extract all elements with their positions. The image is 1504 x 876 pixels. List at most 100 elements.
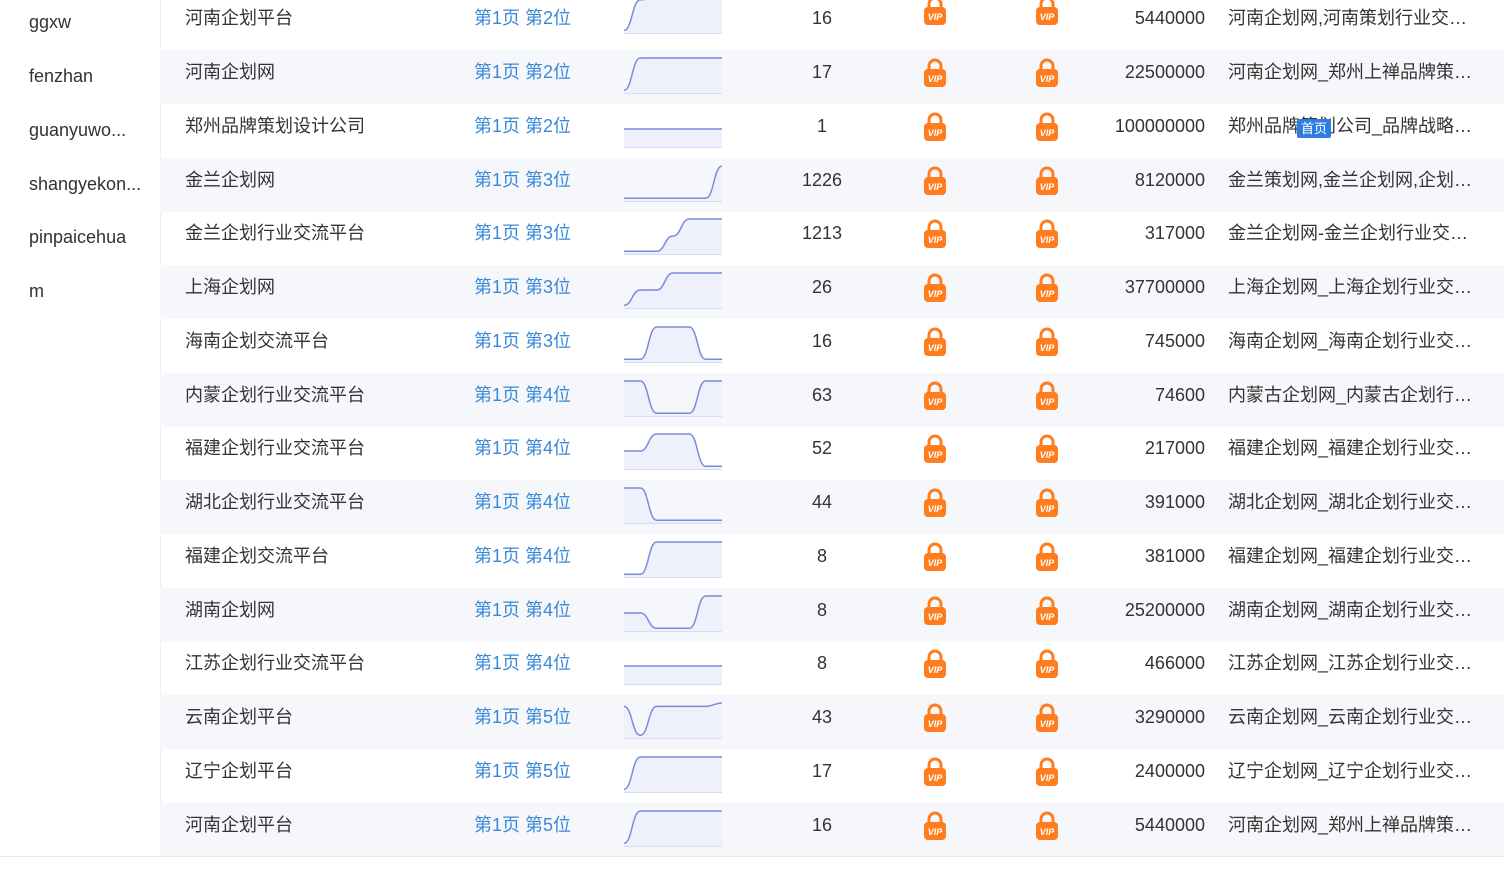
trend-cell bbox=[624, 594, 722, 632]
trend-sparkline bbox=[624, 0, 722, 34]
rank-link[interactable]: 第1页 第3位 bbox=[474, 319, 614, 373]
page-title-text[interactable]: 海南企划网_海南企划行业交流... bbox=[1228, 319, 1480, 373]
index-value: 100000000 bbox=[1114, 116, 1205, 136]
vip-lock-cell[interactable]: VIP bbox=[923, 542, 947, 572]
vip-lock-cell[interactable]: VIP bbox=[1035, 542, 1059, 572]
vip-lock-cell[interactable]: VIP bbox=[923, 327, 947, 357]
left-list-item[interactable]: ggxw bbox=[29, 10, 154, 34]
site-name: 辽宁企划平台 bbox=[185, 761, 293, 781]
page-title-text[interactable]: 福建企划网_福建企划行业交流... bbox=[1228, 426, 1480, 480]
vip-lock-cell[interactable]: VIP bbox=[1035, 488, 1059, 518]
vip-lock-cell[interactable]: VIP bbox=[1035, 273, 1059, 303]
page-title-text[interactable]: 金兰企划网-金兰企划行业交流... bbox=[1228, 211, 1480, 265]
vip-lock-cell[interactable]: VIP bbox=[923, 703, 947, 733]
vip-lock-cell[interactable]: VIP bbox=[923, 381, 947, 411]
vip-lock-cell[interactable]: VIP bbox=[923, 58, 947, 88]
rank-link[interactable]: 第1页 第2位 bbox=[474, 50, 614, 104]
left-list-item[interactable]: m bbox=[29, 279, 154, 303]
table-row: 湖南企划网 第1页 第4位 8 VIP VIP 25200000 湖南企划网_湖南企划行业交… bbox=[160, 588, 1504, 642]
rank-link[interactable]: 第1页 第4位 bbox=[474, 426, 614, 480]
page-title-text[interactable]: 河南企划网_郑州上禅品牌策划... bbox=[1228, 803, 1480, 857]
svg-text:VIP: VIP bbox=[928, 719, 944, 729]
page-title-text[interactable]: 金兰策划网,金兰企划网,企划行... bbox=[1228, 158, 1480, 212]
vip-lock-cell[interactable]: VIP bbox=[923, 811, 947, 841]
page-title-text[interactable]: 湖南企划网_湖南企划行业交流... bbox=[1228, 588, 1480, 642]
page-title-text[interactable]: 江苏企划网_江苏企划行业交流... bbox=[1228, 641, 1480, 695]
vip-lock-icon: VIP bbox=[1036, 58, 1058, 87]
left-list-item[interactable]: guanyuwo... bbox=[29, 118, 154, 142]
rank-link[interactable]: 第1页 第3位 bbox=[474, 158, 614, 212]
vip-lock-cell[interactable]: VIP bbox=[923, 757, 947, 787]
trend-cell bbox=[624, 755, 722, 793]
vip-lock-cell[interactable]: VIP bbox=[1035, 811, 1059, 841]
vip-lock-cell[interactable]: VIP bbox=[1035, 112, 1059, 142]
vip-lock-cell[interactable]: VIP bbox=[1035, 381, 1059, 411]
vip-lock-icon: VIP bbox=[924, 166, 946, 195]
vip-lock-cell[interactable]: VIP bbox=[1035, 434, 1059, 464]
vip-lock-cell[interactable]: VIP bbox=[923, 649, 947, 679]
rank-link[interactable]: 第1页 第5位 bbox=[474, 749, 614, 803]
vip-lock-cell[interactable]: VIP bbox=[923, 434, 947, 464]
vip-lock-icon: VIP bbox=[1036, 273, 1058, 302]
rank-link[interactable]: 第1页 第2位 bbox=[474, 0, 614, 50]
vip-lock-cell[interactable]: VIP bbox=[923, 596, 947, 626]
left-keyword-column: ggxw fenzhan guanyuwo... shangyekon... pinpa… bbox=[0, 0, 161, 856]
trend-sparkline bbox=[624, 665, 722, 685]
left-list-item[interactable]: shangyekon... bbox=[29, 172, 154, 196]
vip-lock-cell[interactable]: VIP bbox=[923, 219, 947, 249]
page-title-text[interactable]: 辽宁企划网_辽宁企划行业交流... bbox=[1228, 749, 1480, 803]
vip-lock-cell[interactable]: VIP bbox=[1035, 58, 1059, 88]
trend-sparkline bbox=[624, 57, 722, 94]
page-title-text[interactable]: 云南企划网_云南企划行业交流... bbox=[1228, 695, 1480, 749]
svg-text:VIP: VIP bbox=[928, 74, 944, 84]
vip-lock-cell[interactable]: VIP bbox=[923, 0, 947, 26]
svg-text:VIP: VIP bbox=[928, 289, 944, 299]
page-title-text[interactable]: 内蒙古企划网_内蒙古企划行业... bbox=[1228, 373, 1480, 427]
trend-cell bbox=[624, 540, 722, 578]
page-title-text[interactable]: 福建企划网_福建企划行业交流... bbox=[1228, 534, 1480, 588]
rank-link[interactable]: 第1页 第4位 bbox=[474, 588, 614, 642]
page-title-text[interactable]: 郑州品牌策划公司_品牌战略定... bbox=[1228, 104, 1480, 158]
trend-area bbox=[624, 0, 722, 34]
vip-lock-cell[interactable]: VIP bbox=[1035, 703, 1059, 733]
rank-link[interactable]: 第1页 第4位 bbox=[474, 534, 614, 588]
trend-sparkline bbox=[624, 433, 722, 470]
trend-cell bbox=[624, 701, 722, 739]
vip-lock-cell[interactable]: VIP bbox=[923, 273, 947, 303]
svg-text:VIP: VIP bbox=[1040, 612, 1056, 622]
rank-link[interactable]: 第1页 第4位 bbox=[474, 373, 614, 427]
page-title-text[interactable]: 湖北企划网_湖北企划行业交流... bbox=[1228, 480, 1480, 534]
svg-text:VIP: VIP bbox=[1040, 773, 1056, 783]
rank-link[interactable]: 第1页 第4位 bbox=[474, 480, 614, 534]
svg-text:VIP: VIP bbox=[1040, 182, 1056, 192]
vip-lock-cell[interactable]: VIP bbox=[1035, 649, 1059, 679]
page-title-text[interactable]: 河南企划网,河南策划行业交流... bbox=[1228, 0, 1480, 50]
left-list-item[interactable]: fenzhan bbox=[29, 64, 154, 88]
vip-lock-cell[interactable]: VIP bbox=[923, 166, 947, 196]
page-title-text[interactable]: 上海企划网_上海企划行业交流... bbox=[1228, 265, 1480, 319]
vip-lock-cell[interactable]: VIP bbox=[1035, 219, 1059, 249]
vip-lock-cell[interactable]: VIP bbox=[1035, 0, 1059, 26]
count-value: 16 bbox=[811, 8, 833, 28]
vip-lock-cell[interactable]: VIP bbox=[1035, 327, 1059, 357]
trend-sparkline bbox=[624, 218, 722, 255]
table-row: 江苏企划行业交流平台 第1页 第4位 8 VIP VIP 466000 江苏企划网_江苏企划… bbox=[160, 641, 1504, 695]
vip-lock-cell[interactable]: VIP bbox=[923, 488, 947, 518]
rank-link[interactable]: 第1页 第5位 bbox=[474, 803, 614, 857]
trend-sparkline bbox=[624, 756, 722, 793]
trend-cell bbox=[624, 809, 722, 847]
vip-lock-icon: VIP bbox=[1036, 649, 1058, 678]
rank-link[interactable]: 第1页 第3位 bbox=[474, 265, 614, 319]
rank-link[interactable]: 第1页 第2位 bbox=[474, 104, 614, 158]
svg-text:VIP: VIP bbox=[928, 235, 944, 245]
vip-lock-cell[interactable]: VIP bbox=[1035, 757, 1059, 787]
rank-link[interactable]: 第1页 第3位 bbox=[474, 211, 614, 265]
svg-text:VIP: VIP bbox=[928, 397, 944, 407]
vip-lock-cell[interactable]: VIP bbox=[1035, 166, 1059, 196]
rank-link[interactable]: 第1页 第4位 bbox=[474, 641, 614, 695]
left-list-item[interactable]: pinpaicehua bbox=[29, 225, 154, 249]
rank-link[interactable]: 第1页 第5位 bbox=[474, 695, 614, 749]
vip-lock-cell[interactable]: VIP bbox=[1035, 596, 1059, 626]
vip-lock-cell[interactable]: VIP bbox=[923, 112, 947, 142]
page-title-text[interactable]: 河南企划网_郑州上禅品牌策划... bbox=[1228, 50, 1480, 104]
